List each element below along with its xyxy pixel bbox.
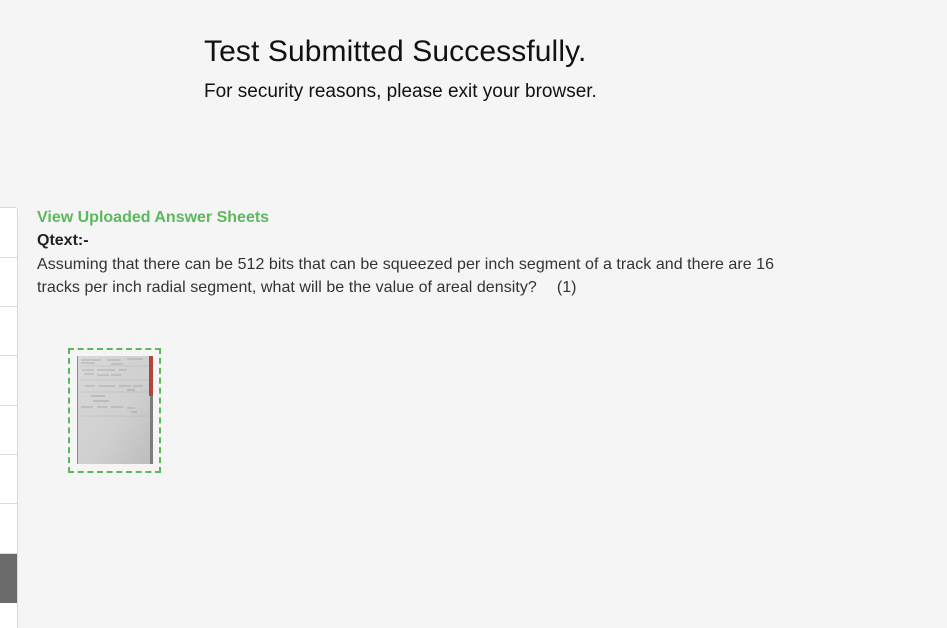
sidebar-item[interactable]	[0, 455, 17, 504]
qtext-label: Qtext:-	[37, 232, 89, 249]
sidebar-item-active[interactable]	[0, 554, 17, 603]
question-body: Assuming that there can be 512 bits that…	[37, 256, 775, 296]
view-answer-sheets-link[interactable]: View Uploaded Answer Sheets	[37, 208, 269, 228]
sidebar-item[interactable]	[0, 208, 17, 258]
sidebar-item[interactable]	[0, 406, 17, 455]
sidebar-rail	[0, 207, 18, 628]
sidebar-item[interactable]	[0, 356, 17, 406]
answer-sheet-thumbnail[interactable]	[68, 348, 161, 473]
page-title: Test Submitted Successfully.	[204, 35, 587, 68]
sidebar-item[interactable]	[0, 258, 17, 307]
question-text: Assuming that there can be 512 bits that…	[37, 253, 777, 299]
question-panel: View Uploaded Answer Sheets Qtext:- Assu…	[37, 208, 777, 299]
answer-sheet-image	[77, 356, 153, 464]
security-message: For security reasons, please exit your b…	[204, 81, 597, 102]
sidebar-item[interactable]	[0, 307, 17, 356]
question-marks: (1)	[556, 279, 577, 296]
sidebar-item[interactable]	[0, 504, 17, 554]
submission-header: Test Submitted Successfully. For securit…	[204, 34, 904, 104]
